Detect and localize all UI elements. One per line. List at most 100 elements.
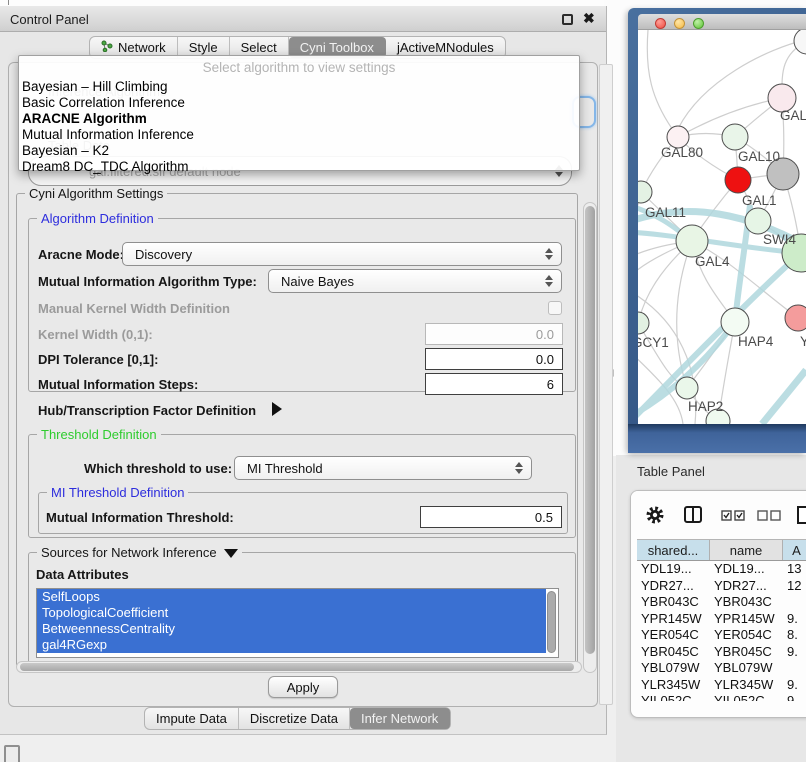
table-row[interactable]: YPR145W YPR145W 9. bbox=[637, 611, 806, 628]
node-gal4 bbox=[676, 225, 708, 257]
kernel-width-label: Kernel Width (0,1): bbox=[38, 327, 153, 342]
node-hap4 bbox=[721, 308, 749, 336]
combo-arrows-icon bbox=[545, 275, 552, 287]
aracne-mode-combobox[interactable]: Discovery bbox=[122, 242, 562, 266]
manual-kernel-width-label: Manual Kernel Width Definition bbox=[38, 301, 230, 316]
control-panel-title: Control Panel bbox=[10, 12, 89, 27]
table-header-row: shared... name A bbox=[637, 539, 806, 561]
table-row[interactable]: YER054C YER054C 8. bbox=[637, 627, 806, 644]
mi-algorithm-type-combobox[interactable]: Naive Bayes bbox=[268, 269, 562, 293]
network-graph: GAL GAL80 GAL10 GAL1 GAL11 SWI4 GAL4 GCY… bbox=[638, 30, 806, 424]
node-label: GAL80 bbox=[661, 145, 703, 160]
node-gal1 bbox=[725, 167, 751, 193]
table-row[interactable]: YBR045C YBR045C 9. bbox=[637, 644, 806, 661]
network-icon bbox=[101, 40, 113, 55]
cyni-algorithm-settings-title: Cyni Algorithm Settings bbox=[25, 186, 167, 201]
window-minimize-button[interactable] bbox=[674, 18, 685, 29]
node-hap2 bbox=[676, 377, 698, 399]
document-icon[interactable] bbox=[795, 505, 806, 530]
dropdown-item-basic-correlation[interactable]: Basic Correlation Inference bbox=[22, 95, 185, 110]
column-header-shared-name[interactable]: shared... bbox=[637, 540, 710, 560]
node-label: Y bbox=[800, 334, 806, 349]
close-icon[interactable]: ✖ bbox=[583, 10, 595, 27]
dropdown-placeholder: Select algorithm to view settings bbox=[19, 60, 579, 75]
tab-discretize-data[interactable]: Discretize Data bbox=[239, 708, 350, 729]
table-row[interactable]: YBR043C YBR043C bbox=[637, 594, 806, 611]
mi-steps-input[interactable]: 6 bbox=[425, 373, 563, 395]
threshold-definition-title: Threshold Definition bbox=[37, 427, 161, 442]
node-label: GAL4 bbox=[695, 254, 730, 269]
tab-impute-data[interactable]: Impute Data bbox=[145, 708, 239, 729]
table-row[interactable]: YIL052C YIL052C 9 bbox=[637, 693, 806, 701]
deselect-all-checkboxes-icon[interactable] bbox=[757, 508, 781, 526]
list-item-gal4rgexp[interactable]: gal4RGexp bbox=[37, 637, 546, 653]
dropdown-item-mutual-information[interactable]: Mutual Information Inference bbox=[22, 127, 194, 142]
dropdown-item-bayesian-hill-climbing[interactable]: Bayesian – Hill Climbing bbox=[22, 79, 168, 94]
dropdown-item-dream8[interactable]: Dream8 DC_TDC Algorithm bbox=[22, 159, 189, 174]
select-all-checkboxes-icon[interactable] bbox=[721, 508, 745, 526]
node-label: GAL10 bbox=[738, 149, 780, 164]
network-canvas[interactable]: GAL GAL80 GAL10 GAL1 GAL11 SWI4 GAL4 GCY… bbox=[638, 30, 806, 424]
column-header-partial[interactable]: A bbox=[783, 540, 806, 560]
apply-button[interactable]: Apply bbox=[268, 676, 338, 698]
tab-infer-network[interactable]: Infer Network bbox=[350, 708, 450, 729]
which-threshold-combobox[interactable]: MI Threshold bbox=[234, 456, 532, 480]
hub-definition-label: Hub/Transcription Factor Definition bbox=[38, 403, 256, 418]
node-gal10 bbox=[722, 124, 748, 150]
mi-threshold-label: Mutual Information Threshold: bbox=[46, 510, 234, 525]
hub-expand-icon[interactable] bbox=[272, 402, 282, 416]
window-close-button[interactable] bbox=[655, 18, 666, 29]
sources-collapse-icon[interactable] bbox=[224, 549, 238, 558]
table-row[interactable]: YDL19... YDL19... 13 bbox=[637, 561, 806, 578]
combo-arrows-icon bbox=[515, 462, 522, 474]
mi-algorithm-type-label: Mutual Information Algorithm Type: bbox=[38, 274, 257, 289]
window-zoom-button[interactable] bbox=[693, 18, 704, 29]
table-panel-card: shared... name A YDL19... YDL19... 13 YD… bbox=[630, 490, 806, 718]
mi-threshold-definition-title: MI Threshold Definition bbox=[47, 485, 188, 500]
kernel-width-input[interactable]: 0.0 bbox=[425, 323, 563, 345]
top-divider-tick bbox=[8, 0, 9, 5]
node-label: HAP2 bbox=[688, 399, 723, 414]
table-toolbar bbox=[631, 491, 806, 539]
mi-threshold-input[interactable]: 0.5 bbox=[420, 506, 562, 528]
dropdown-item-bayesian-k2[interactable]: Bayesian – K2 bbox=[22, 143, 109, 158]
table-row[interactable]: YDR27... YDR27... 12 bbox=[637, 578, 806, 595]
aracne-mode-label: Aracne Mode: bbox=[38, 247, 124, 262]
table-panel-title: Table Panel bbox=[637, 464, 705, 479]
control-panel: Control Panel ✖ Network Style bbox=[0, 6, 607, 735]
manual-kernel-width-checkbox[interactable] bbox=[548, 301, 562, 315]
network-node-labels: GAL GAL80 GAL10 GAL1 GAL11 SWI4 GAL4 GCY… bbox=[638, 108, 806, 414]
which-threshold-label: Which threshold to use: bbox=[84, 461, 232, 476]
network-window-titlebar[interactable] bbox=[638, 14, 806, 30]
node-gal11 bbox=[638, 181, 652, 203]
list-scrollbar-thumb[interactable] bbox=[547, 591, 556, 653]
table-row[interactable]: YBL079W YBL079W bbox=[637, 660, 806, 677]
list-item-betweennesscentrality[interactable]: BetweennessCentrality bbox=[37, 621, 546, 637]
list-item-selfloops[interactable]: SelfLoops bbox=[37, 589, 546, 605]
node-label: GAL11 bbox=[645, 205, 686, 220]
minimized-panel-icon[interactable] bbox=[4, 745, 20, 762]
table-row[interactable]: YLR345W YLR345W 9. bbox=[637, 677, 806, 694]
float-window-icon[interactable] bbox=[562, 14, 573, 25]
settings-vscrollbar-thumb[interactable] bbox=[585, 206, 595, 654]
control-panel-header: Control Panel ✖ bbox=[0, 6, 606, 32]
node-salmon bbox=[785, 305, 806, 331]
algorithm-definition-title: Algorithm Definition bbox=[37, 211, 158, 226]
split-columns-icon[interactable] bbox=[683, 505, 703, 530]
gear-icon[interactable] bbox=[645, 505, 665, 530]
node-label: GAL1 bbox=[742, 193, 777, 208]
node-swi4 bbox=[745, 208, 771, 234]
data-attributes-list[interactable]: SelfLoops TopologicalCoefficient Between… bbox=[36, 588, 559, 658]
node-gcy1 bbox=[638, 312, 649, 334]
column-header-name[interactable]: name bbox=[710, 540, 783, 560]
combo-arrows-icon bbox=[545, 248, 552, 260]
dropdown-item-aracne[interactable]: ARACNE Algorithm bbox=[22, 111, 147, 126]
panel-scrollbar-track[interactable] bbox=[599, 64, 613, 705]
node-label: HAP4 bbox=[738, 334, 774, 349]
settings-hscrollbar-thumb[interactable] bbox=[20, 663, 574, 671]
sources-title: Sources for Network Inference bbox=[37, 545, 242, 560]
dpi-tolerance-input[interactable]: 0.0 bbox=[425, 348, 563, 370]
list-item-topologicalcoefficient[interactable]: TopologicalCoefficient bbox=[37, 605, 546, 621]
node-table: shared... name A YDL19... YDL19... 13 YD… bbox=[637, 539, 806, 701]
cyni-bottom-tabs: Impute Data Discretize Data Infer Networ… bbox=[144, 707, 451, 730]
